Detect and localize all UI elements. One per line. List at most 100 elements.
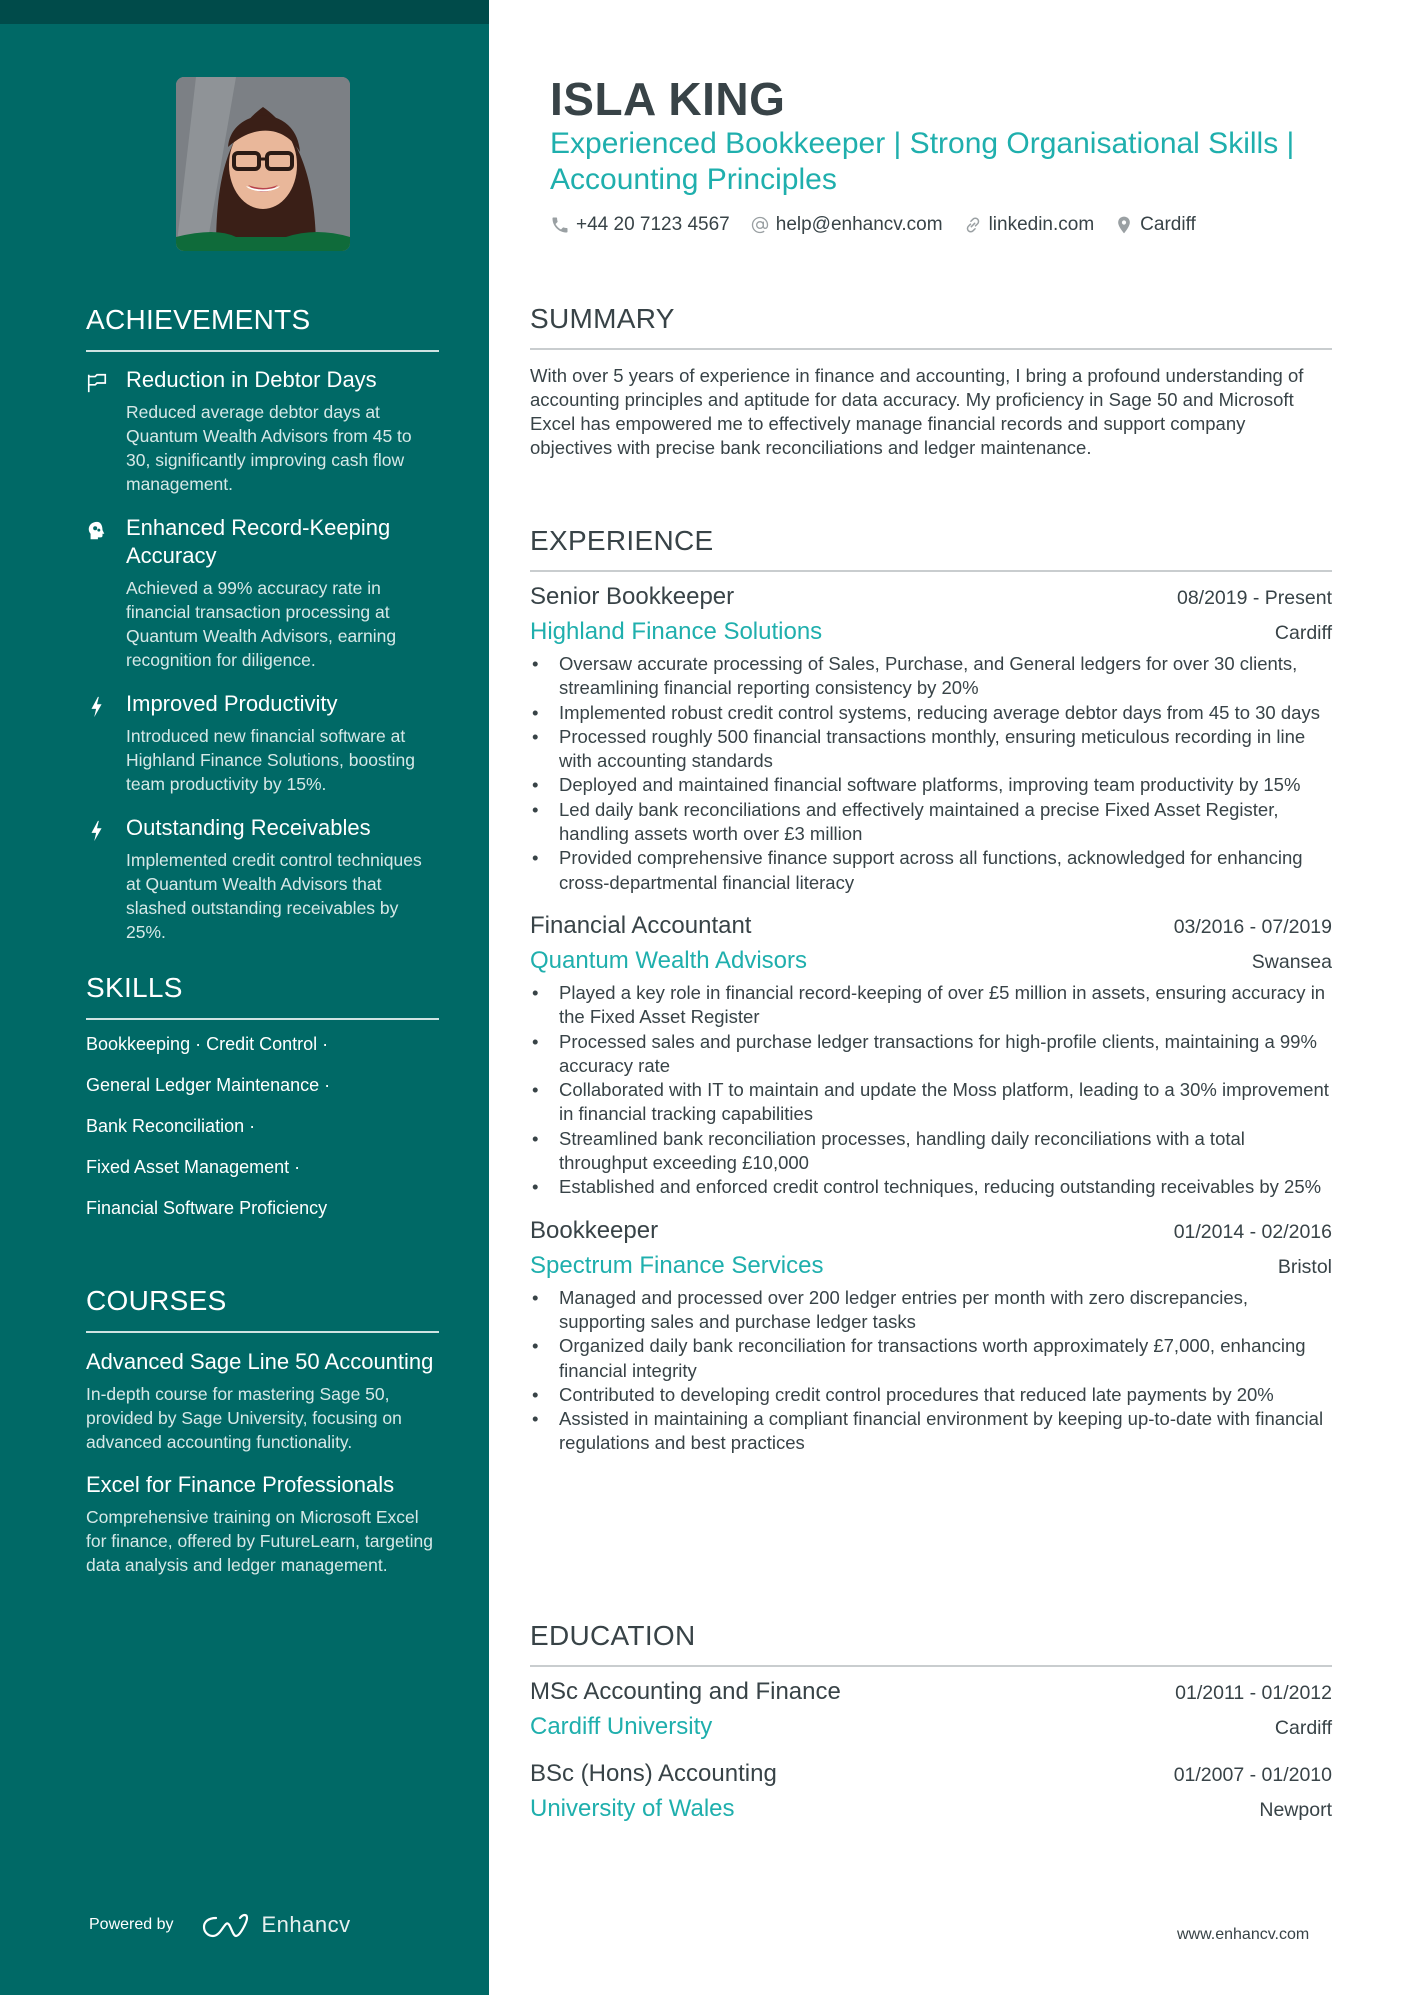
skills-heading: SKILLS — [86, 972, 183, 1003]
divider — [86, 1018, 439, 1020]
education-heading: EDUCATION — [530, 1620, 696, 1651]
location-pin-icon — [1118, 216, 1131, 234]
achievement-item: Improved Productivity Introduced new fin… — [86, 690, 439, 796]
course-description: Comprehensive training on Microsoft Exce… — [86, 1507, 433, 1575]
achievement-title: Improved Productivity — [126, 691, 338, 716]
course-item: Excel for Finance Professionals Comprehe… — [86, 1470, 439, 1577]
job-bullet: Implemented robust credit control system… — [530, 701, 1332, 726]
job-bullet: Managed and processed over 200 ledger en… — [530, 1286, 1332, 1335]
sidebar-content: ACHIEVEMENTS Reduction in Debtor Days Re… — [86, 300, 439, 1593]
job-company: Quantum Wealth Advisors — [530, 946, 808, 974]
education-section: EDUCATION MSc Accounting and Finance 01/… — [530, 1617, 1332, 1839]
school: Cardiff University — [530, 1713, 713, 1740]
skill-row: Bookkeeping · Credit Control · — [86, 1034, 329, 1054]
contact-linkedin[interactable]: linkedin.com — [963, 214, 1094, 236]
job-title: Financial Accountant — [530, 911, 752, 939]
contact-email[interactable]: help@enhancv.com — [750, 214, 943, 236]
contact-phone[interactable]: +44 20 7123 4567 — [550, 214, 730, 236]
divider — [86, 350, 439, 352]
job-bullet: Deployed and maintained financial softwa… — [530, 773, 1332, 798]
divider — [530, 570, 1332, 572]
contact-location: Cardiff — [1114, 214, 1196, 236]
flag-icon — [86, 366, 126, 496]
course-title: Advanced Sage Line 50 Accounting — [86, 1349, 434, 1374]
profile-photo-illustration — [176, 77, 350, 251]
contact-phone-text: +44 20 7123 4567 — [576, 214, 730, 235]
footer-website-link[interactable]: www.enhancv.com — [1177, 1926, 1309, 1944]
job-dates: 08/2019 - Present — [1176, 587, 1332, 609]
profile-photo — [176, 77, 350, 251]
job-bullets: Managed and processed over 200 ledger en… — [530, 1286, 1332, 1456]
education-location: Newport — [1259, 1799, 1332, 1821]
skill-row: General Ledger Maintenance · — [86, 1075, 331, 1095]
skill-row: Financial Software Proficiency — [86, 1198, 328, 1218]
job-bullet: Played a key role in financial record-ke… — [530, 981, 1332, 1030]
job-dates: 01/2014 - 02/2016 — [1173, 1220, 1332, 1243]
divider — [530, 348, 1332, 350]
job-bullets: Oversaw accurate processing of Sales, Pu… — [530, 652, 1332, 895]
school: University of Wales — [530, 1795, 735, 1822]
powered-by-brand: Enhancv — [261, 1912, 351, 1937]
job-entry: Financial Accountant 03/2016 - 07/2019 Q… — [530, 909, 1332, 1200]
job-bullet: Contributed to developing credit control… — [530, 1383, 1332, 1408]
degree: MSc Accounting and Finance — [530, 1678, 841, 1705]
course-title: Excel for Finance Professionals — [86, 1472, 395, 1497]
job-entry: Bookkeeper 01/2014 - 02/2016 Spectrum Fi… — [530, 1214, 1332, 1456]
job-bullet: Established and enforced credit control … — [530, 1175, 1332, 1200]
powered-by: Powered by Enhancv — [89, 1912, 351, 1938]
powered-by-label: Powered by — [89, 1916, 174, 1933]
course-item: Advanced Sage Line 50 Accounting In-dept… — [86, 1347, 439, 1454]
divider — [86, 1331, 439, 1333]
summary-section: SUMMARY With over 5 years of experience … — [530, 300, 1332, 460]
degree: BSc (Hons) Accounting — [530, 1760, 777, 1787]
achievement-title: Enhanced Record-Keeping Accuracy — [126, 515, 391, 568]
achievements-heading: ACHIEVEMENTS — [86, 304, 311, 335]
job-bullet: Led daily bank reconciliations and effec… — [530, 798, 1332, 847]
education-entry: BSc (Hons) Accounting 01/2007 - 01/2010 … — [530, 1757, 1332, 1827]
job-company: Highland Finance Solutions — [530, 618, 823, 645]
achievement-item: Outstanding Receivables Implemented cred… — [86, 814, 439, 944]
education-entry: MSc Accounting and Finance 01/2011 - 01/… — [530, 1675, 1332, 1745]
summary-text: With over 5 years of experience in finan… — [530, 365, 1304, 458]
job-bullet: Processed roughly 500 financial transact… — [530, 725, 1332, 774]
experience-section: EXPERIENCE Senior Bookkeeper 08/2019 - P… — [530, 522, 1332, 1470]
job-location: Bristol — [1277, 1255, 1332, 1278]
education-location: Cardiff — [1274, 1717, 1332, 1739]
candidate-headline: Experienced Bookkeeper | Strong Organisa… — [550, 127, 1295, 196]
sidebar: ACHIEVEMENTS Reduction in Debtor Days Re… — [0, 0, 489, 1995]
achievements-section: ACHIEVEMENTS Reduction in Debtor Days Re… — [86, 300, 439, 944]
skill-row: Fixed Asset Management · — [86, 1157, 301, 1177]
skills-list: Bookkeeping · Credit Control · General L… — [86, 1024, 439, 1229]
job-location: Cardiff — [1274, 622, 1332, 644]
education-dates: 01/2011 - 01/2012 — [1175, 1682, 1332, 1704]
divider — [530, 1665, 1332, 1667]
phone-icon — [552, 217, 568, 233]
education-dates: 01/2007 - 01/2010 — [1173, 1764, 1332, 1786]
achievement-description: Achieved a 99% accuracy rate in financia… — [126, 578, 397, 670]
job-bullet: Collaborated with IT to maintain and upd… — [530, 1078, 1332, 1127]
achievement-item: Reduction in Debtor Days Reduced average… — [86, 366, 439, 496]
skills-section: SKILLS Bookkeeping · Credit Control · Ge… — [86, 968, 439, 1229]
link-icon — [966, 217, 979, 233]
job-bullets: Played a key role in financial record-ke… — [530, 981, 1332, 1200]
at-icon — [751, 216, 768, 234]
achievement-title: Reduction in Debtor Days — [126, 367, 377, 392]
job-bullet: Provided comprehensive finance support a… — [530, 846, 1332, 895]
job-bullet: Assisted in maintaining a compliant fina… — [530, 1407, 1332, 1456]
job-bullet: Organized daily bank reconciliation for … — [530, 1334, 1332, 1383]
job-location: Swansea — [1251, 950, 1332, 973]
sidebar-top-bar — [0, 0, 489, 24]
experience-heading: EXPERIENCE — [530, 525, 714, 556]
achievement-item: Enhanced Record-Keeping Accuracy Achieve… — [86, 514, 439, 672]
achievement-description: Reduced average debtor days at Quantum W… — [126, 402, 412, 494]
brain-head-icon — [86, 514, 126, 672]
courses-section: COURSES Advanced Sage Line 50 Accounting… — [86, 1281, 439, 1577]
job-entry: Senior Bookkeeper 08/2019 - Present High… — [530, 580, 1332, 895]
job-dates: 03/2016 - 07/2019 — [1173, 915, 1332, 938]
courses-heading: COURSES — [86, 1285, 227, 1316]
candidate-name: ISLA KING — [550, 73, 786, 125]
contact-location-text: Cardiff — [1140, 214, 1196, 235]
course-description: In-depth course for mastering Sage 50, p… — [86, 1384, 402, 1452]
lightning-icon — [86, 814, 126, 944]
achievement-description: Introduced new financial software at Hig… — [126, 726, 415, 794]
